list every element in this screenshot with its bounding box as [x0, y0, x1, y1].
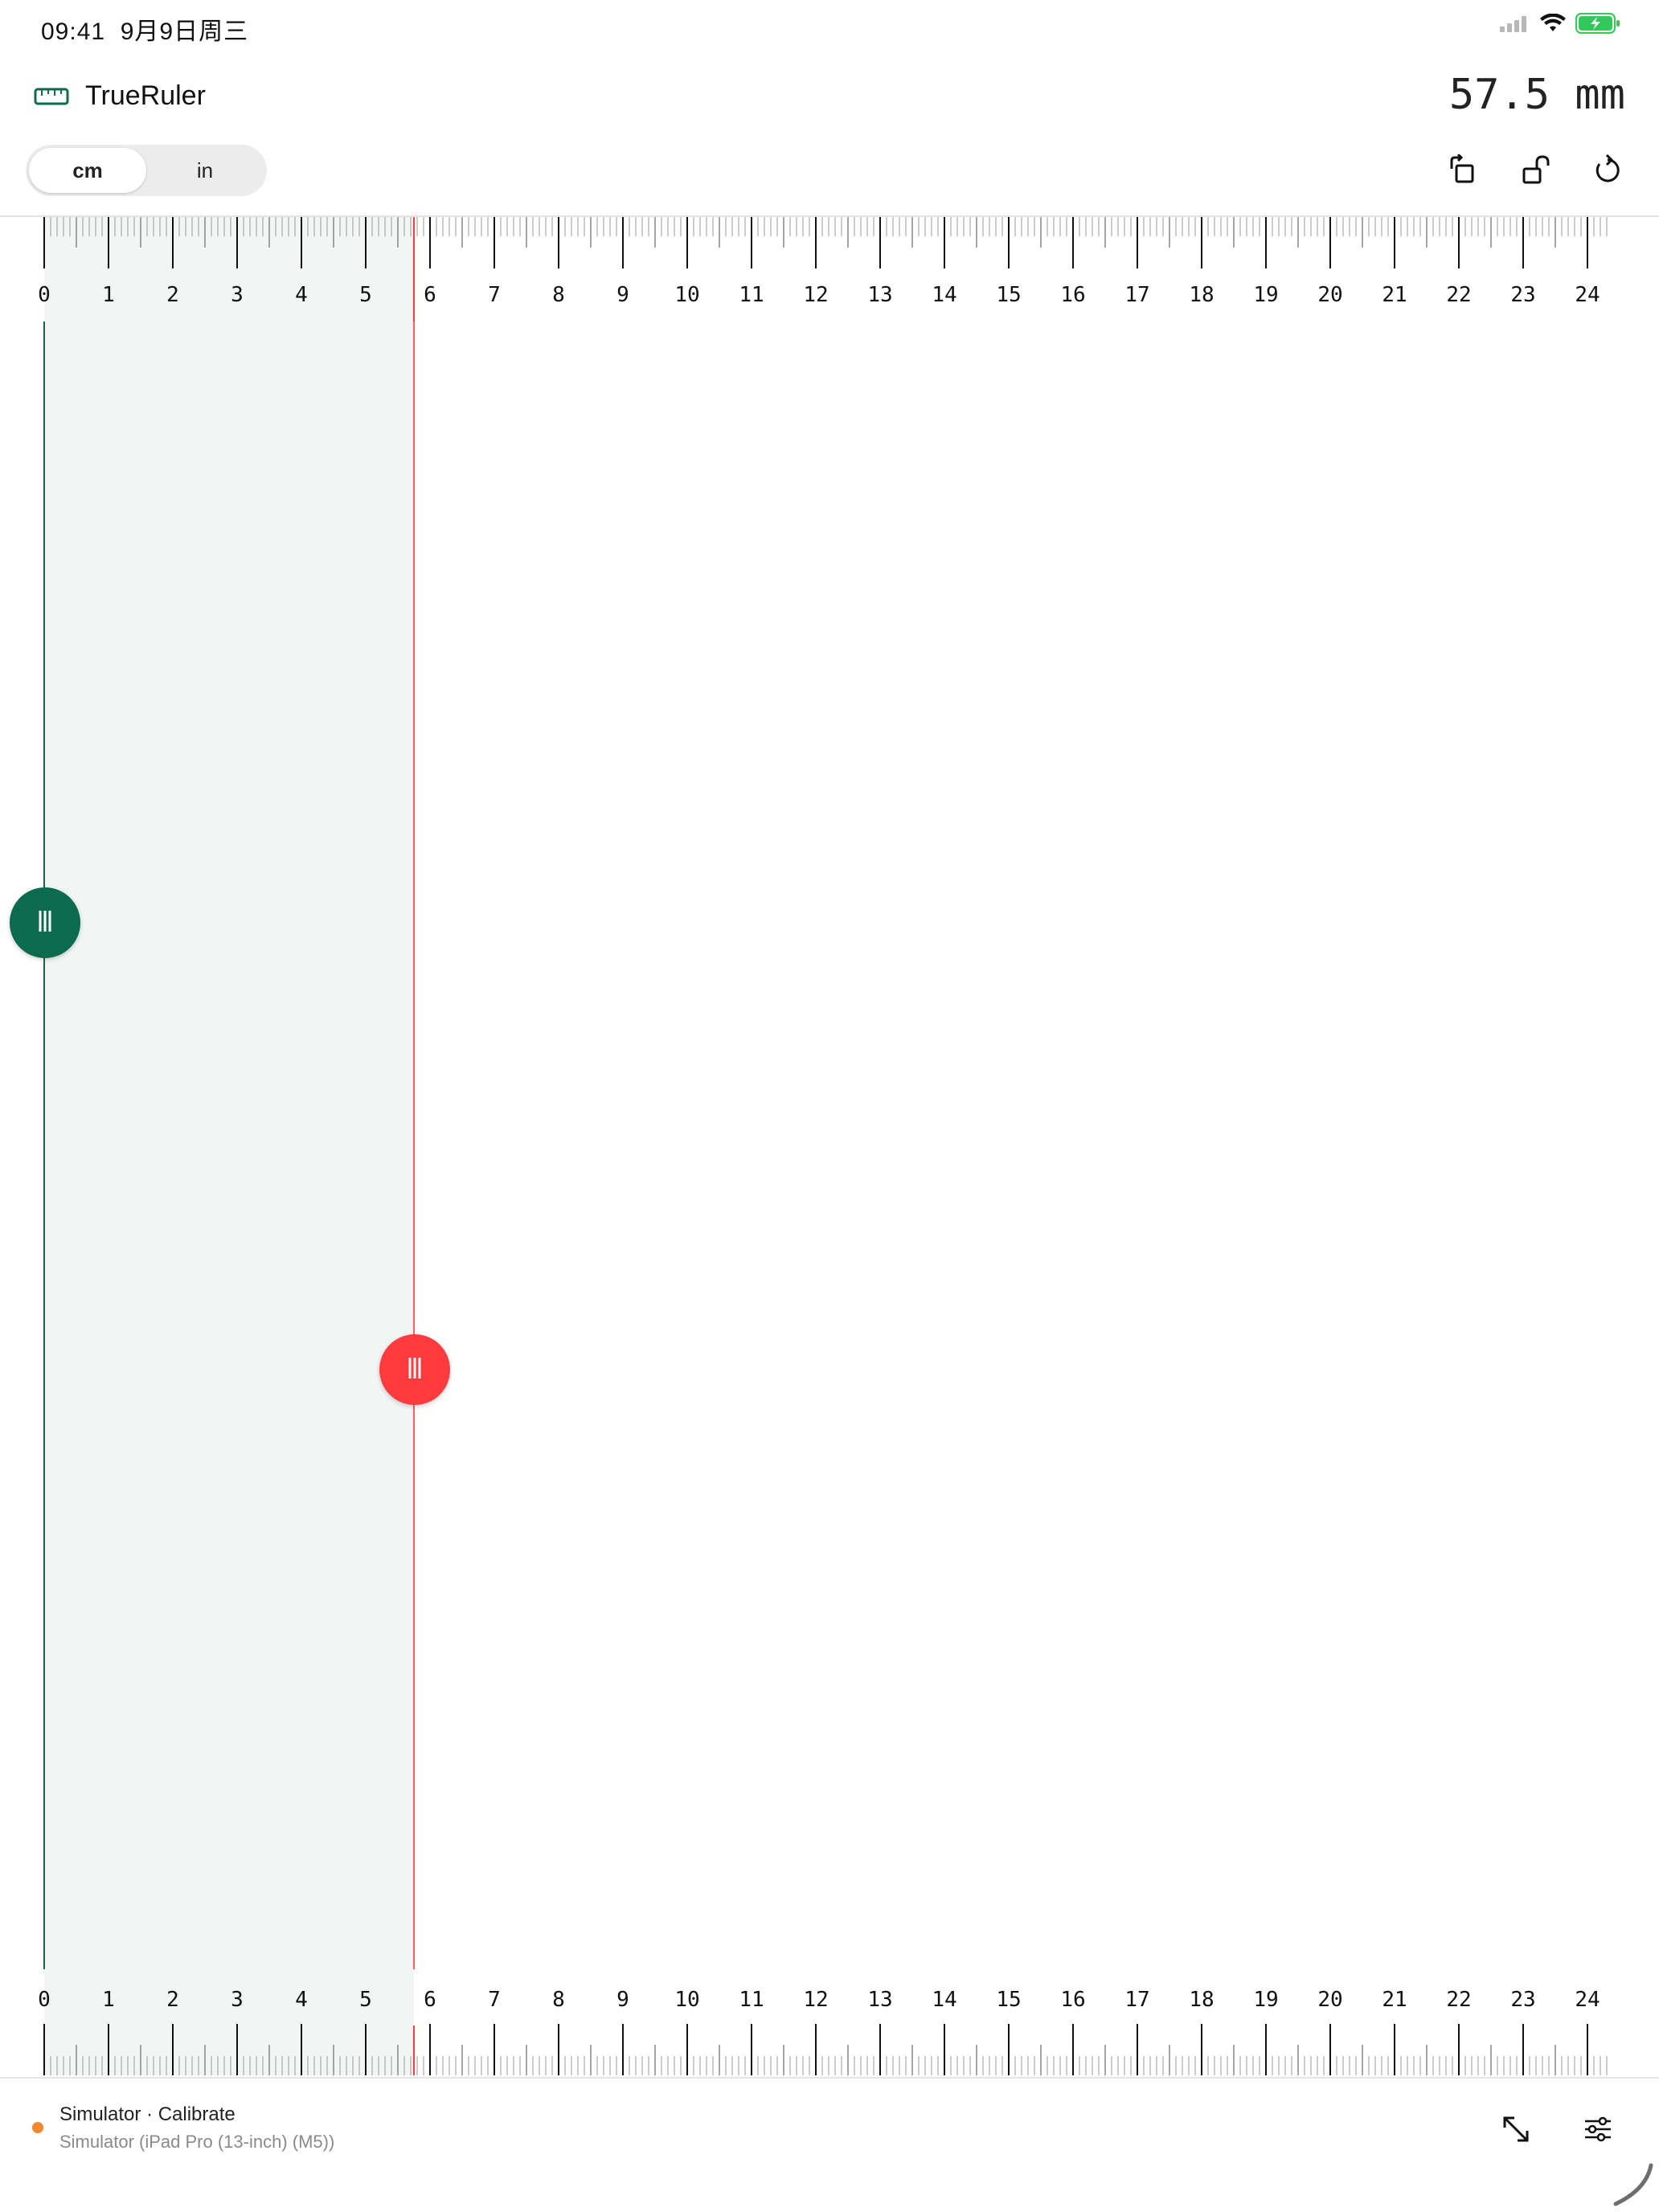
ruler-label-top: 21 [1382, 283, 1407, 307]
ruler-label-top: 0 [38, 283, 51, 307]
ruler-label-top: 1 [102, 283, 115, 307]
ruler-label-bottom: 2 [166, 1988, 179, 2012]
ruler-label-top: 13 [867, 283, 892, 307]
ruler-label-bottom: 24 [1575, 1988, 1600, 2012]
start-marker-handle[interactable] [10, 887, 80, 958]
ruler-label-bottom: 12 [803, 1988, 828, 2012]
ruler-label-top: 15 [996, 283, 1021, 307]
footer-title: Simulator · Calibrate [59, 2103, 236, 2125]
footer-divider [0, 2077, 1659, 2079]
ruler-label-top: 6 [424, 283, 436, 307]
ruler-label-bottom: 1 [102, 1988, 115, 2012]
ruler-label-top: 19 [1253, 283, 1278, 307]
ruler-label-bottom: 22 [1446, 1988, 1471, 2012]
ruler-label-top: 2 [166, 283, 179, 307]
ruler-label-bottom: 6 [424, 1988, 436, 2012]
ruler-label-bottom: 14 [932, 1988, 956, 2012]
ruler-label-top: 14 [932, 283, 956, 307]
ruler-label-top: 24 [1575, 283, 1600, 307]
ruler-label-bottom: 7 [488, 1988, 501, 2012]
ruler-label-top: 23 [1510, 283, 1535, 307]
ruler-label-top: 16 [1060, 283, 1085, 307]
ruler-label-bottom: 16 [1060, 1988, 1085, 2012]
ruler-label-top: 4 [295, 283, 308, 307]
ruler-label-top: 8 [552, 283, 565, 307]
ruler-label-top: 7 [488, 283, 501, 307]
end-marker-handle[interactable] [379, 1334, 450, 1405]
ruler-label-top: 5 [359, 283, 372, 307]
ruler-label-bottom: 20 [1317, 1988, 1342, 2012]
ruler-label-top: 18 [1189, 283, 1214, 307]
ruler-label-bottom: 15 [996, 1988, 1021, 2012]
ruler-label-bottom: 9 [616, 1988, 629, 2012]
sliders-icon [1582, 2113, 1614, 2149]
ruler-label-top: 9 [616, 283, 629, 307]
ruler-label-bottom: 19 [1253, 1988, 1278, 2012]
expand-button[interactable] [1495, 2110, 1537, 2152]
ruler-label-bottom: 21 [1382, 1988, 1407, 2012]
grip-icon [407, 1356, 423, 1384]
ruler-label-bottom: 5 [359, 1988, 372, 2012]
settings-button[interactable] [1577, 2110, 1619, 2152]
ruler-label-bottom: 18 [1189, 1988, 1214, 2012]
ruler-label-bottom: 23 [1510, 1988, 1535, 2012]
ruler-label-bottom: 17 [1124, 1988, 1149, 2012]
ruler-label-bottom: 4 [295, 1988, 308, 2012]
ruler-label-bottom: 8 [552, 1988, 565, 2012]
scroll-indicator [1609, 2162, 1654, 2211]
ruler-label-top: 3 [231, 283, 244, 307]
ruler-label-top: 17 [1124, 283, 1149, 307]
ruler-label-bottom: 3 [231, 1988, 244, 2012]
status-indicator-dot [32, 2122, 43, 2133]
ruler-label-top: 22 [1446, 283, 1471, 307]
ruler-canvas: 0 1 2 3 4 5 6 7 8 9 10 11 12 13 14 15 16 17 18 19 20 21 22 23 24… [38, 217, 1608, 2075]
ruler-label-top: 12 [803, 283, 828, 307]
ruler-label-bottom: 11 [739, 1988, 764, 2012]
ruler-label-top: 11 [739, 283, 764, 307]
footer-subtitle: Simulator (iPad Pro (13-inch) (M5)) [59, 2132, 335, 2152]
ruler-label-bottom: 13 [867, 1988, 892, 2012]
ruler-label-top: 20 [1317, 283, 1342, 307]
expand-icon [1500, 2113, 1532, 2149]
measured-region [44, 217, 414, 2075]
ruler-label-bottom: 0 [38, 1988, 51, 2012]
ruler-label-top: 10 [674, 283, 699, 307]
grip-icon [37, 909, 53, 937]
ruler-label-bottom: 10 [674, 1988, 699, 2012]
